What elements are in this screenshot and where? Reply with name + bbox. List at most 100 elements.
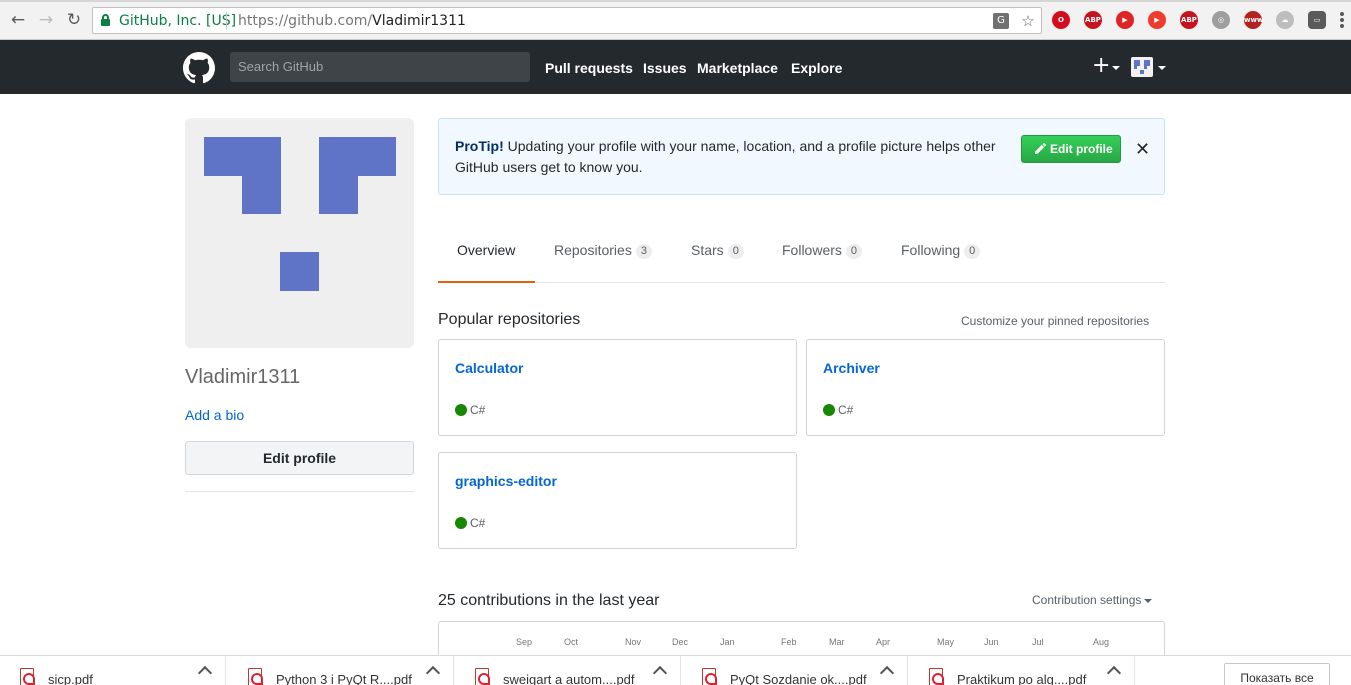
github-logo-icon[interactable] [183,52,215,84]
repo-language: C# [455,516,485,530]
download-filename: sweigart a autom....pdf [503,672,635,685]
tab-overview[interactable]: Overview [438,225,535,283]
repo-name-link[interactable]: graphics-editor [455,473,557,489]
user-menu-caret-icon[interactable] [1158,66,1166,70]
following-counter: 0 [964,244,981,259]
download-item[interactable]: sicp.pdf [0,656,226,685]
adblock-plus-icon[interactable]: ABP [1180,11,1198,29]
download-filename: Python 3 i PyQt R....pdf [276,672,412,685]
chevron-up-icon[interactable] [197,665,213,681]
chevron-up-icon[interactable] [1106,665,1122,681]
pencil-icon [1035,143,1046,154]
opera-icon[interactable]: O [1052,11,1070,29]
translate-icon[interactable]: G [993,13,1009,29]
month-label: Mar [829,637,845,647]
cast-icon[interactable]: ▭ [1308,11,1326,29]
www-icon[interactable]: www [1244,11,1263,29]
secure-origin-label: GitHub, Inc. [US] [119,13,237,29]
browser-toolbar: ← → ↻ GitHub, Inc. [US] https://github.c… [0,0,1351,40]
video-speed-icon[interactable]: ▶ [1148,11,1166,29]
tab-stars[interactable]: Stars 0 [691,225,744,283]
url-text[interactable]: https://github.com/Vladimir1311 [238,13,466,29]
add-bio-link[interactable]: Add a bio [185,407,244,423]
followers-counter: 0 [845,244,863,259]
chevron-down-icon [1144,598,1153,603]
month-label: Nov [625,637,642,647]
download-filename: PyQt Sozdanie ok....pdf [730,672,867,685]
nav-issues[interactable]: Issues [643,60,687,76]
month-label: Oct [564,637,579,647]
protip-message: Updating your profile with your name, lo… [455,138,996,175]
month-label: Dec [672,637,689,647]
download-item[interactable]: Python 3 i PyQt R....pdf [228,656,454,685]
repo-card: graphics-editor C# [438,452,797,549]
cloud-icon[interactable]: ☁ [1276,11,1294,29]
forward-arrow-icon[interactable]: → [36,10,56,30]
show-all-downloads-button[interactable]: Показать все [1224,663,1330,685]
search-input[interactable]: Search GitHub [230,52,530,82]
chevron-up-icon[interactable] [879,665,895,681]
repositories-counter: 3 [635,244,652,259]
pdf-file-icon [929,668,944,685]
back-arrow-icon[interactable]: ← [8,10,28,30]
tab-following[interactable]: Following 0 [901,225,981,283]
adblock-icon[interactable]: ABP [1084,11,1102,29]
pdf-file-icon [248,668,263,685]
proxy-icon[interactable]: ◎ [1212,11,1230,29]
protip-banner: ProTip! Updating your profile with your … [438,118,1165,195]
close-icon[interactable]: ✕ [1135,139,1150,160]
repo-card: Calculator C# [438,339,797,436]
nav-pull-requests[interactable]: Pull requests [545,60,633,76]
video-icon[interactable]: ▶ [1116,11,1134,29]
lock-icon [101,14,110,26]
month-label: May [937,637,955,647]
download-filename: Praktikum po alg....pdf [957,672,1087,685]
month-label: Jun [984,637,999,647]
user-avatar-menu[interactable] [1131,57,1153,77]
month-label: Sep [516,637,533,647]
repo-name-link[interactable]: Archiver [823,360,880,376]
sidebar-divider [185,491,414,492]
tab-followers[interactable]: Followers 0 [782,225,863,283]
pdf-file-icon [702,668,717,685]
repo-language: C# [823,403,853,417]
create-new-plus-icon[interactable]: + [1092,54,1110,78]
bookmark-star-icon[interactable]: ☆ [1019,12,1037,30]
pdf-file-icon [475,668,490,685]
reload-icon[interactable]: ↻ [64,10,84,30]
profile-username: Vladimir1311 [185,366,301,388]
download-item[interactable]: sweigart a autom....pdf [455,656,681,685]
language-color-dot [823,404,835,416]
repo-language: C# [455,403,485,417]
profile-tabs: Overview Repositories 3 Stars 0 Followers 0… [438,225,1165,283]
chevron-up-icon[interactable] [652,665,668,681]
download-item[interactable]: Praktikum po alg....pdf [909,656,1135,685]
month-label: Feb [781,637,797,647]
repo-name-link[interactable]: Calculator [455,360,523,376]
download-filename: sicp.pdf [48,672,93,685]
edit-profile-button[interactable]: Edit profile [185,441,414,475]
protip-edit-profile-button[interactable]: Edit profile [1021,135,1121,163]
download-item[interactable]: PyQt Sozdanie ok....pdf [682,656,908,685]
nav-marketplace[interactable]: Marketplace [697,60,778,76]
language-color-dot [455,404,467,416]
month-label: Jan [720,637,735,647]
customize-pins-link[interactable]: Customize your pinned repositories [961,314,1149,328]
month-label: Aug [1093,637,1110,647]
github-header: Search GitHub Pull requests Issues Marke… [0,40,1351,94]
chevron-up-icon[interactable] [425,665,441,681]
month-label: Jul [1032,637,1044,647]
profile-avatar[interactable] [185,118,414,348]
browser-menu-icon[interactable] [1340,12,1344,28]
contributions-heading: 25 contributions in the last year [438,592,660,609]
address-bar[interactable]: GitHub, Inc. [US] https://github.com/Vla… [92,7,1042,34]
contribution-settings-dropdown[interactable]: Contribution settings [1032,593,1153,607]
popular-repositories-heading: Popular repositories [438,311,581,328]
nav-explore[interactable]: Explore [791,60,842,76]
download-shelf: sicp.pdf Python 3 i PyQt R....pdf sweiga… [0,655,1351,685]
stars-counter: 0 [727,244,744,259]
repo-card: Archiver C# [806,339,1165,436]
tab-repositories[interactable]: Repositories 3 [554,225,652,283]
create-new-caret-icon[interactable] [1112,66,1120,70]
protip-button-label: Edit profile [1050,142,1113,156]
